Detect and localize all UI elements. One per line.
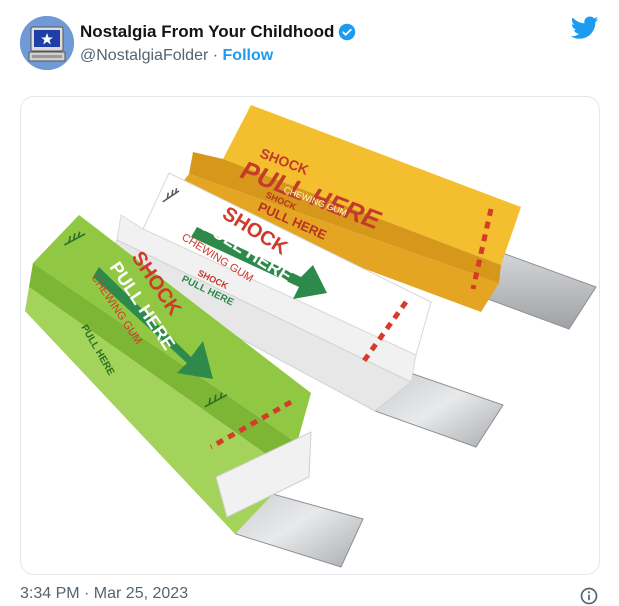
info-icon[interactable]: [579, 586, 599, 606]
author-handle-row: @NostalgiaFolder · Follow: [80, 46, 356, 66]
tweet-footer: 3:34 PM · Mar 25, 2023: [20, 585, 599, 605]
tweet-card: Nostalgia From Your Childhood @Nostalgia…: [0, 0, 619, 605]
tweet-header: Nostalgia From Your Childhood @Nostalgia…: [20, 14, 599, 74]
author-handle[interactable]: @NostalgiaFolder: [80, 47, 208, 64]
follow-button[interactable]: Follow: [223, 47, 274, 64]
tweet-timestamp[interactable]: 3:34 PM · Mar 25, 2023: [20, 585, 188, 602]
gum-packs-image: SHOCK PULL HERE CHEWING GUM SHOCK PULL H…: [25, 105, 597, 568]
avatar-computer-icon: [20, 16, 74, 70]
tweet-media[interactable]: SHOCK PULL HERE CHEWING GUM SHOCK PULL H…: [20, 96, 600, 575]
author-names: Nostalgia From Your Childhood @Nostalgia…: [80, 22, 356, 66]
avatar[interactable]: [20, 16, 74, 70]
author-display-name[interactable]: Nostalgia From Your Childhood: [80, 22, 334, 42]
separator-dot: ·: [212, 47, 219, 64]
twitter-bird-icon[interactable]: [571, 16, 599, 40]
verified-badge-icon: [339, 23, 356, 41]
author-display-name-row: Nostalgia From Your Childhood: [80, 22, 356, 42]
